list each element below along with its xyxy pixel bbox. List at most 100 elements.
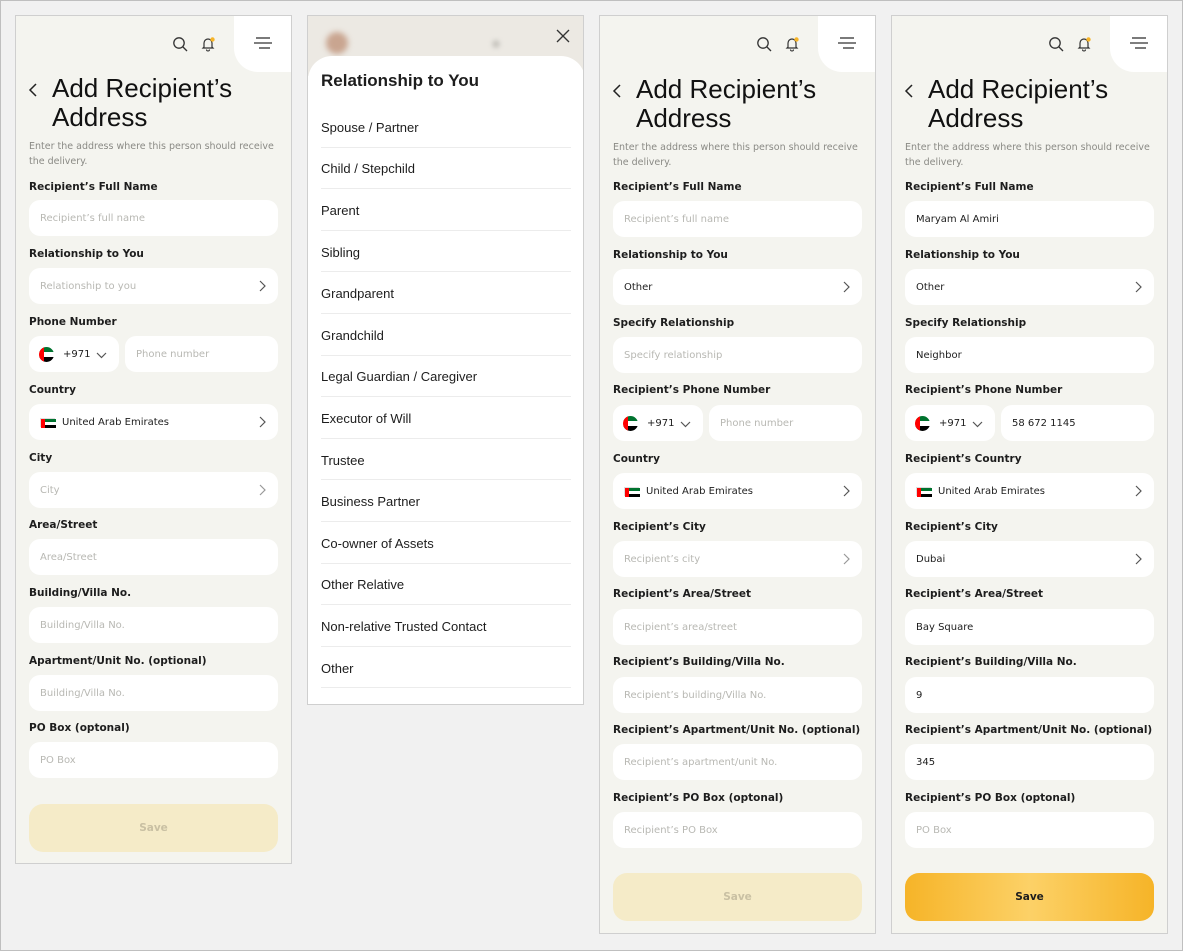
city-select[interactable]: City bbox=[29, 472, 278, 508]
country-value: United Arab Emirates bbox=[646, 485, 754, 497]
uae-flag-icon bbox=[623, 415, 638, 431]
search-icon[interactable] bbox=[1047, 35, 1065, 53]
menu-icon bbox=[1129, 35, 1149, 54]
relationship-select[interactable]: Relationship to you bbox=[29, 268, 278, 304]
option-parent[interactable]: Parent bbox=[321, 189, 571, 231]
close-icon[interactable] bbox=[556, 28, 570, 43]
page-title: Add Recipient’s Address bbox=[928, 74, 1109, 133]
apartment-input[interactable]: Building/Villa No. bbox=[29, 675, 278, 711]
bell-icon[interactable] bbox=[783, 35, 801, 53]
full-name-input[interactable]: Recipient’s full name bbox=[613, 201, 862, 237]
menu-icon bbox=[837, 35, 857, 54]
specify-relationship-input[interactable]: Specify relationship bbox=[613, 337, 862, 373]
country-select[interactable]: United Arab Emirates bbox=[613, 473, 862, 509]
area-input[interactable]: Recipient’s area/street bbox=[613, 609, 862, 645]
bell-icon[interactable] bbox=[1075, 35, 1093, 53]
option-grandparent[interactable]: Grandparent bbox=[321, 272, 571, 314]
screen-filled-form: Add Recipient’s Address Enter the addres… bbox=[891, 15, 1168, 934]
area-input[interactable]: Bay Square bbox=[905, 609, 1154, 645]
save-button[interactable]: Save bbox=[905, 873, 1154, 921]
chevron-right-icon bbox=[842, 485, 850, 497]
city-label: Recipient’s City bbox=[905, 521, 998, 533]
city-select[interactable]: Recipient’s city bbox=[613, 541, 862, 577]
chevron-right-icon bbox=[1134, 485, 1142, 497]
option-executor[interactable]: Executor of Will bbox=[321, 397, 571, 439]
full-name-label: Recipient’s Full Name bbox=[905, 181, 1034, 193]
phone-input[interactable]: Phone number bbox=[709, 405, 862, 441]
search-icon[interactable] bbox=[171, 35, 189, 53]
chevron-right-icon bbox=[842, 281, 850, 293]
building-input[interactable]: Building/Villa No. bbox=[29, 607, 278, 643]
bell-icon[interactable] bbox=[199, 35, 217, 53]
page-subtitle: Enter the address where this person shou… bbox=[29, 141, 274, 167]
relationship-select[interactable]: Other bbox=[905, 269, 1154, 305]
po-box-input[interactable]: Recipient’s PO Box bbox=[613, 812, 862, 848]
uae-flag-icon bbox=[916, 486, 932, 497]
building-input[interactable]: Recipient’s building/Villa No. bbox=[613, 677, 862, 713]
menu-button[interactable] bbox=[1110, 16, 1167, 72]
country-label: Country bbox=[613, 453, 660, 465]
relationship-select[interactable]: Other bbox=[613, 269, 862, 305]
dial-code-select[interactable]: +971 bbox=[29, 336, 119, 372]
country-value: United Arab Emirates bbox=[938, 485, 1046, 497]
full-name-label: Recipient’s Full Name bbox=[613, 181, 742, 193]
search-icon[interactable] bbox=[755, 35, 773, 53]
full-name-input[interactable]: Recipient’s full name bbox=[29, 200, 278, 236]
chevron-right-icon bbox=[258, 484, 266, 496]
relationship-value: Other bbox=[624, 281, 653, 293]
area-input[interactable]: Area/Street bbox=[29, 539, 278, 575]
apartment-input[interactable]: Recipient’s apartment/unit No. bbox=[613, 744, 862, 780]
uae-flag-icon bbox=[915, 415, 930, 431]
option-trustee[interactable]: Trustee bbox=[321, 439, 571, 481]
save-button[interactable]: Save bbox=[29, 804, 278, 852]
option-spouse[interactable]: Spouse / Partner bbox=[321, 106, 571, 148]
building-input[interactable]: 9 bbox=[905, 677, 1154, 713]
po-box-label: Recipient’s PO Box (optonal) bbox=[905, 792, 1076, 804]
country-value: United Arab Emirates bbox=[62, 416, 170, 428]
city-label: Recipient’s City bbox=[613, 521, 706, 533]
option-other-relative[interactable]: Other Relative bbox=[321, 564, 571, 606]
option-sibling[interactable]: Sibling bbox=[321, 231, 571, 273]
menu-button[interactable] bbox=[818, 16, 875, 72]
save-button[interactable]: Save bbox=[613, 873, 862, 921]
uae-flag-icon bbox=[40, 417, 56, 428]
area-label: Recipient’s Area/Street bbox=[613, 588, 752, 600]
sheet-title: Relationship to You bbox=[321, 71, 480, 90]
screen-relationship-picker: Relationship to You Spouse / Partner Chi… bbox=[307, 15, 584, 705]
country-label: Country bbox=[29, 384, 76, 396]
option-business-partner[interactable]: Business Partner bbox=[321, 480, 571, 522]
menu-button[interactable] bbox=[234, 16, 291, 72]
dial-code-select[interactable]: +971 bbox=[905, 405, 995, 441]
back-arrow-icon[interactable] bbox=[612, 83, 624, 99]
dial-code-select[interactable]: +971 bbox=[613, 405, 703, 441]
dial-code: +971 bbox=[63, 348, 91, 360]
full-name-input[interactable]: Maryam Al Amiri bbox=[905, 201, 1154, 237]
phone-input[interactable]: Phone number bbox=[125, 336, 278, 372]
option-trusted-contact[interactable]: Non-relative Trusted Contact bbox=[321, 605, 571, 647]
back-arrow-icon[interactable] bbox=[28, 82, 40, 98]
country-select[interactable]: United Arab Emirates bbox=[29, 404, 278, 440]
area-label: Area/Street bbox=[29, 519, 98, 531]
chevron-down-icon bbox=[680, 420, 691, 428]
screen-empty-form: Add Recipient’s Address Enter the addres… bbox=[15, 15, 292, 864]
city-select[interactable]: Dubai bbox=[905, 541, 1154, 577]
option-other[interactable]: Other bbox=[321, 647, 571, 689]
city-value: Dubai bbox=[916, 553, 946, 565]
phone-input[interactable]: 58 672 1145 bbox=[1001, 405, 1154, 441]
option-legal-guardian[interactable]: Legal Guardian / Caregiver bbox=[321, 356, 571, 398]
full-name-label: Recipient’s Full Name bbox=[29, 181, 158, 193]
po-box-label: Recipient’s PO Box (optonal) bbox=[613, 792, 784, 804]
apartment-label: Recipient’s Apartment/Unit No. (optional… bbox=[613, 724, 861, 736]
area-label: Recipient’s Area/Street bbox=[905, 588, 1044, 600]
po-box-input[interactable]: PO Box bbox=[29, 742, 278, 778]
specify-relationship-input[interactable]: Neighbor bbox=[905, 337, 1154, 373]
back-arrow-icon[interactable] bbox=[904, 83, 916, 99]
country-select[interactable]: United Arab Emirates bbox=[905, 473, 1154, 509]
apartment-input[interactable]: 345 bbox=[905, 744, 1154, 780]
relationship-sheet: Relationship to You Spouse / Partner Chi… bbox=[308, 56, 583, 704]
building-label: Recipient’s Building/Villa No. bbox=[613, 656, 785, 668]
option-grandchild[interactable]: Grandchild bbox=[321, 314, 571, 356]
po-box-input[interactable]: PO Box bbox=[905, 812, 1154, 848]
option-co-owner[interactable]: Co-owner of Assets bbox=[321, 522, 571, 564]
option-child[interactable]: Child / Stepchild bbox=[321, 148, 571, 190]
